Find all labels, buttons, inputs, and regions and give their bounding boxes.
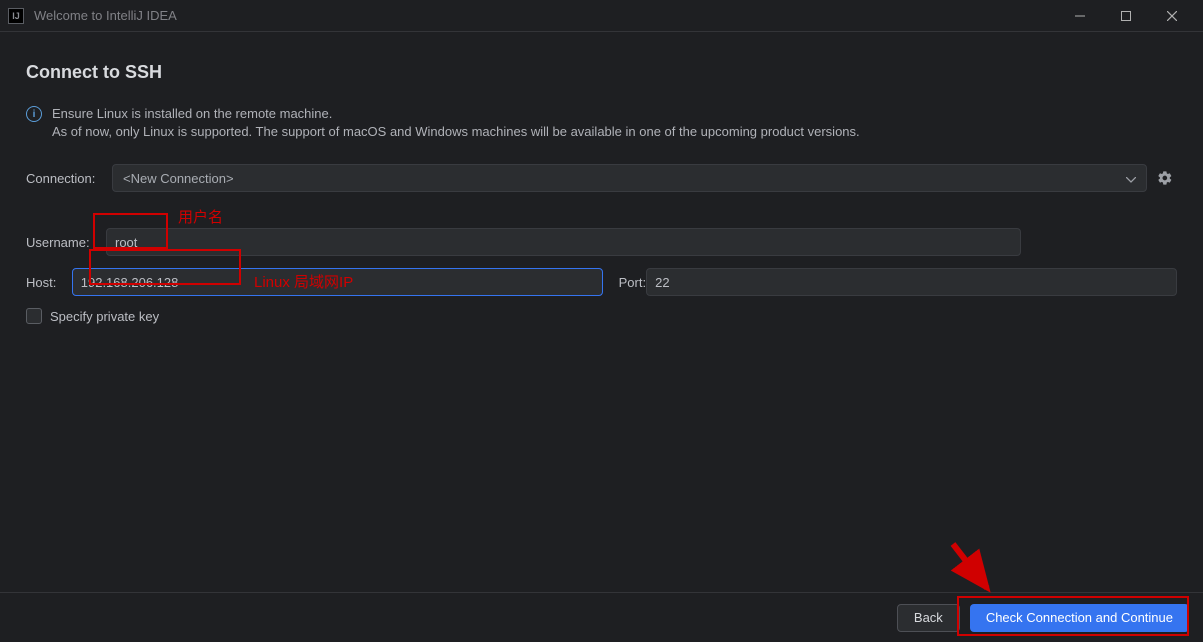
minimize-button[interactable] bbox=[1057, 0, 1103, 32]
host-label: Host: bbox=[26, 275, 72, 290]
connection-selected-value: <New Connection> bbox=[123, 171, 234, 186]
username-input[interactable] bbox=[106, 228, 1021, 256]
close-button[interactable] bbox=[1149, 0, 1195, 32]
back-button[interactable]: Back bbox=[897, 604, 960, 632]
info-line-1: Ensure Linux is installed on the remote … bbox=[52, 105, 860, 123]
check-connection-button[interactable]: Check Connection and Continue bbox=[970, 604, 1189, 632]
info-block: i Ensure Linux is installed on the remot… bbox=[26, 105, 1177, 140]
chevron-down-icon bbox=[1126, 171, 1136, 186]
window-title: Welcome to IntelliJ IDEA bbox=[34, 8, 1057, 23]
specify-private-key-label: Specify private key bbox=[50, 309, 159, 324]
specify-private-key-checkbox[interactable] bbox=[26, 308, 42, 324]
info-text: Ensure Linux is installed on the remote … bbox=[52, 105, 860, 140]
app-icon: IJ bbox=[8, 8, 24, 24]
username-row: Username: bbox=[26, 228, 1177, 256]
private-key-row: Specify private key bbox=[26, 308, 1177, 324]
maximize-button[interactable] bbox=[1103, 0, 1149, 32]
connection-row: Connection: <New Connection> bbox=[26, 164, 1177, 192]
info-icon: i bbox=[26, 106, 42, 122]
settings-gear-button[interactable] bbox=[1153, 166, 1177, 190]
connection-select[interactable]: <New Connection> bbox=[112, 164, 1147, 192]
annotation-arrow-icon bbox=[947, 538, 999, 600]
connection-label: Connection: bbox=[26, 171, 106, 186]
username-label: Username: bbox=[26, 235, 106, 250]
port-label: Port: bbox=[619, 275, 646, 290]
host-row: Host: Port: bbox=[26, 268, 1177, 296]
main-content: Connect to SSH i Ensure Linux is install… bbox=[0, 32, 1203, 324]
gear-icon bbox=[1157, 170, 1173, 186]
host-input[interactable] bbox=[72, 268, 603, 296]
port-input[interactable] bbox=[646, 268, 1177, 296]
titlebar: IJ Welcome to IntelliJ IDEA bbox=[0, 0, 1203, 32]
info-line-2: As of now, only Linux is supported. The … bbox=[52, 123, 860, 141]
footer: Back Check Connection and Continue bbox=[0, 592, 1203, 642]
page-title: Connect to SSH bbox=[26, 62, 1177, 83]
window-controls bbox=[1057, 0, 1195, 32]
